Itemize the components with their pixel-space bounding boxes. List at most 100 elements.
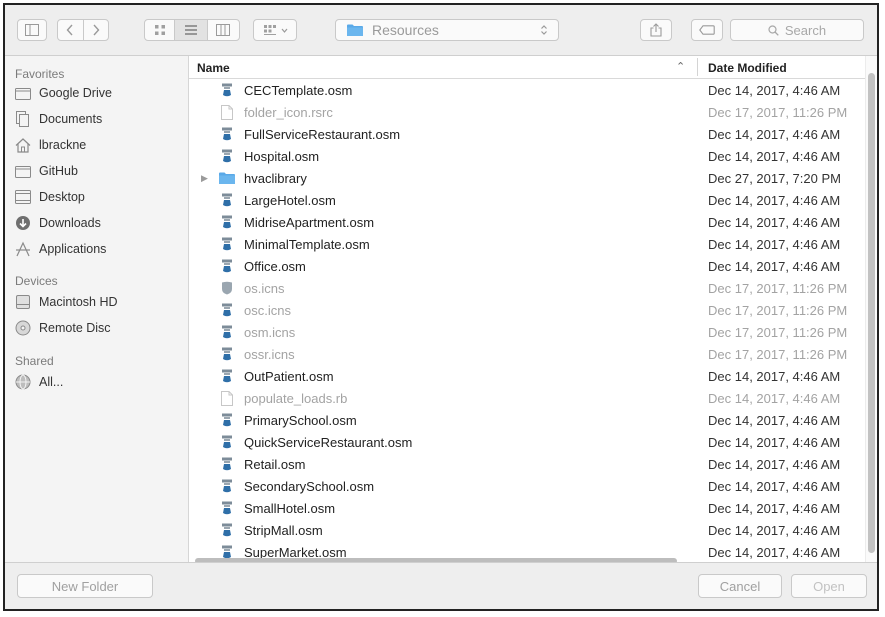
search-icon [768,24,779,36]
osm-file-icon [220,412,234,428]
file-name: CECTemplate.osm [244,82,353,98]
bottom-bar: New Folder Cancel Open [5,562,877,609]
location-popup[interactable]: Resources [335,19,559,41]
sidebar-item-label: Desktop [39,190,85,204]
sidebar-item-applications[interactable]: Applications [15,239,106,259]
osm-file-icon [220,82,234,98]
file-name: folder_icon.rsrc [244,104,333,120]
osm-file-icon [220,302,234,318]
sidebar-item-all-shared[interactable]: All... [15,372,63,392]
file-row[interactable]: MinimalTemplate.osm Dec 14, 2017, 4:46 AM [189,233,865,255]
edit-tags-button[interactable] [691,19,723,41]
search-placeholder: Search [784,22,827,38]
sidebar-heading-favorites: Favorites [15,67,65,81]
column-view-button[interactable] [206,20,239,40]
share-button[interactable] [640,19,672,41]
file-row[interactable]: LargeHotel.osm Dec 14, 2017, 4:46 AM [189,189,865,211]
file-date-modified: Dec 14, 2017, 4:46 AM [708,456,841,472]
file-row[interactable]: CECTemplate.osm Dec 14, 2017, 4:46 AM [189,79,865,101]
disc-icon [15,320,31,336]
list-view-button[interactable] [174,20,207,40]
sidebar-item-google-drive[interactable]: Google Drive [15,83,112,103]
grid-icon [154,25,165,35]
file-date-modified: Dec 14, 2017, 4:46 AM [708,82,841,98]
file-date-modified: Dec 14, 2017, 4:46 AM [708,126,841,142]
file-name: StripMall.osm [244,522,323,538]
osm-file-icon [220,126,234,142]
file-row[interactable]: os.icns Dec 17, 2017, 11:26 PM [189,277,865,299]
file-row[interactable]: QuickServiceRestaurant.osm Dec 14, 2017, … [189,431,865,453]
file-row[interactable]: osc.icns Dec 17, 2017, 11:26 PM [189,299,865,321]
sidebar-item-label: Google Drive [39,86,112,100]
sidebar-item-desktop[interactable]: Desktop [15,187,85,207]
document-icon [220,104,234,120]
sidebar-heading-devices: Devices [15,274,58,288]
file-row[interactable]: Hospital.osm Dec 14, 2017, 4:46 AM [189,145,865,167]
sidebar-item-downloads[interactable]: Downloads [15,213,101,233]
osm-file-icon [220,500,234,516]
file-name: ossr.icns [244,346,295,362]
sidebar-toggle-button[interactable] [17,19,47,41]
new-folder-button[interactable]: New Folder [17,574,153,598]
sidebar-item-github[interactable]: GitHub [15,161,78,181]
file-row[interactable]: MidriseApartment.osm Dec 14, 2017, 4:46 A… [189,211,865,233]
sidebar-item-macintosh-hd[interactable]: Macintosh HD [15,292,118,312]
file-row[interactable]: osm.icns Dec 17, 2017, 11:26 PM [189,321,865,343]
disclosure-triangle-icon[interactable]: ▶ [201,173,211,184]
osm-file-icon [220,324,234,340]
folder-icon [347,24,363,36]
sidebar-icon [25,24,39,36]
sidebar-item-remote-disc[interactable]: Remote Disc [15,318,111,338]
cancel-button[interactable]: Cancel [698,574,782,598]
arrange-menu-button[interactable] [253,19,297,41]
chevron-right-icon [93,24,100,36]
file-date-modified: Dec 14, 2017, 4:46 AM [708,368,841,384]
file-row[interactable]: Retail.osm Dec 14, 2017, 4:46 AM [189,453,865,475]
file-row[interactable]: SecondarySchool.osm Dec 14, 2017, 4:46 AM [189,475,865,497]
osm-file-icon [220,214,234,230]
vertical-scrollbar[interactable] [868,73,875,553]
folder-icon [15,163,31,179]
file-row[interactable]: SmallHotel.osm Dec 14, 2017, 4:46 AM [189,497,865,519]
file-row[interactable]: Office.osm Dec 14, 2017, 4:46 AM [189,255,865,277]
file-date-modified: Dec 14, 2017, 4:46 AM [708,544,841,560]
sidebar-item-documents[interactable]: Documents [15,109,102,129]
file-row[interactable]: StripMall.osm Dec 14, 2017, 4:46 AM [189,519,865,541]
file-date-modified: Dec 14, 2017, 4:46 AM [708,258,841,274]
downloads-icon [15,215,31,231]
sidebar-heading-shared: Shared [15,354,54,368]
file-row[interactable]: OutPatient.osm Dec 14, 2017, 4:46 AM [189,365,865,387]
file-name: SmallHotel.osm [244,500,336,516]
osm-file-icon [220,148,234,164]
chevron-down-icon [281,28,287,33]
columns-icon [216,24,231,36]
open-button[interactable]: Open [791,574,867,598]
file-date-modified: Dec 14, 2017, 4:46 AM [708,236,841,252]
search-field[interactable]: Search [730,19,864,41]
back-forward-control [57,19,109,41]
back-button[interactable] [58,20,83,40]
osm-file-icon [220,236,234,252]
file-row[interactable]: FullServiceRestaurant.osm Dec 14, 2017, 4… [189,123,865,145]
file-name: MinimalTemplate.osm [244,236,370,252]
chevron-left-icon [66,24,73,36]
column-header-date-modified[interactable]: Date Modified [708,61,787,75]
file-row[interactable]: ossr.icns Dec 17, 2017, 11:26 PM [189,343,865,365]
file-list: Name ⌃ Date Modified CECTemplate.osm Dec … [189,56,865,566]
column-divider[interactable] [697,58,698,76]
vertical-scrollbar-track [865,56,877,566]
file-row[interactable]: folder_icon.rsrc Dec 17, 2017, 11:26 PM [189,101,865,123]
sidebar-item-home[interactable]: lbrackne [15,135,86,155]
sidebar-item-label: Applications [39,242,107,256]
icon-view-button[interactable] [145,20,174,40]
column-header-name[interactable]: Name [197,61,230,75]
folder-row[interactable]: ▶ hvaclibrary Dec 27, 2017, 7:20 PM [189,167,865,189]
file-row[interactable]: PrimarySchool.osm Dec 14, 2017, 4:46 AM [189,409,865,431]
forward-button[interactable] [82,20,109,40]
file-name: Retail.osm [244,456,306,472]
folder-icon [15,85,31,101]
osm-file-icon [220,346,234,362]
sort-ascending-icon: ⌃ [676,61,686,73]
file-row[interactable]: populate_loads.rb Dec 14, 2017, 4:46 AM [189,387,865,409]
applications-icon [15,241,31,257]
